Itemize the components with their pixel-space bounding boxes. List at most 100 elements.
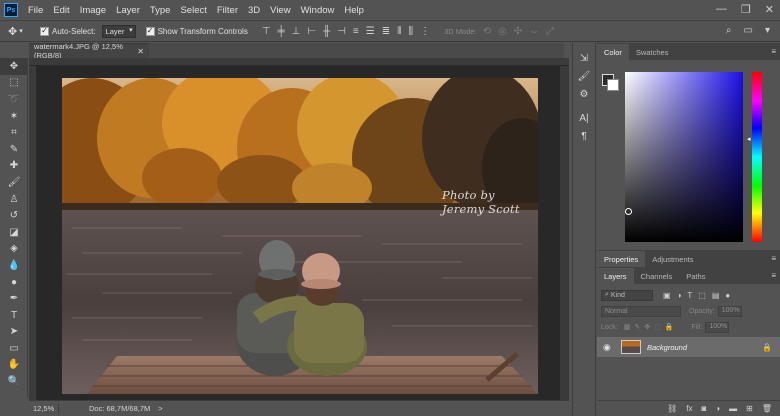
eraser-tool-icon[interactable]: ◪ (0, 224, 28, 241)
new-group-icon[interactable]: ▬ (729, 404, 737, 413)
menu-select[interactable]: Select (180, 5, 206, 16)
brush-settings-icon[interactable]: ⚙ (573, 85, 595, 103)
align-hcenter-icon[interactable]: ╫ (323, 26, 330, 37)
canvas-scrollbar[interactable] (560, 66, 569, 400)
distribute-right-icon[interactable]: ⋮ (420, 26, 430, 37)
character-panel-icon[interactable]: A| (573, 109, 595, 127)
lasso-tool-icon[interactable]: ➰ (0, 91, 28, 108)
adjustment-layer-icon[interactable]: ◑ (715, 404, 720, 413)
3d-scale-icon[interactable]: ⤢ (546, 26, 554, 37)
history-brush-tool-icon[interactable]: ↺ (0, 207, 28, 224)
hue-slider[interactable] (752, 72, 762, 242)
opacity-input[interactable]: 100% (717, 305, 742, 317)
search-icon[interactable]: ⌕ (726, 25, 732, 36)
menu-type[interactable]: Type (150, 5, 171, 16)
distribute-hcenter-icon[interactable]: ⫼ (409, 26, 414, 37)
3d-roll-icon[interactable]: ◎ (498, 26, 507, 37)
filter-toggle-icon[interactable]: ● (725, 291, 730, 300)
close-tab-icon[interactable]: ✕ (137, 47, 144, 56)
kind-filter-dropdown[interactable]: ⌕ Kind (601, 289, 653, 301)
history-panel-icon[interactable]: ⇲ (573, 49, 595, 67)
visibility-eye-icon[interactable]: ◉ (603, 342, 615, 353)
trash-icon[interactable]: 🗑 (762, 404, 772, 413)
align-left-icon[interactable]: ⊢ (307, 26, 316, 37)
paint-bucket-tool-icon[interactable]: ◈ (0, 241, 28, 258)
adjustment-filter-icon[interactable]: ◑ (677, 291, 682, 300)
link-layers-icon[interactable]: ⛓ (667, 404, 677, 413)
healing-brush-tool-icon[interactable]: ✚ (0, 158, 28, 175)
pixel-filter-icon[interactable]: ▣ (663, 291, 671, 300)
menu-image[interactable]: Image (80, 5, 106, 16)
canvas-area[interactable]: Photo by Jeremy Scott (29, 58, 569, 400)
blend-mode-dropdown[interactable]: Normal (601, 305, 681, 317)
hand-tool-icon[interactable]: ✋ (0, 357, 28, 374)
background-swatch[interactable] (607, 79, 619, 91)
blur-tool-icon[interactable]: 💧 (0, 257, 28, 274)
show-transform-checkbox[interactable]: ✓ (145, 26, 155, 36)
minimize-button[interactable]: — (716, 3, 727, 16)
tab-adjustments[interactable]: Adjustments (645, 251, 700, 267)
smart-object-filter-icon[interactable]: ▤ (712, 291, 720, 300)
menu-window[interactable]: Window (301, 5, 335, 16)
chevron-down-icon[interactable]: ▾ (765, 25, 770, 36)
close-button[interactable]: ✕ (765, 3, 774, 16)
3d-orbit-icon[interactable]: ⟲ (483, 26, 491, 37)
shape-filter-icon[interactable]: ⬚ (698, 291, 706, 300)
align-bottom-icon[interactable]: ⊥ (292, 26, 301, 37)
align-right-icon[interactable]: ⊣ (337, 26, 346, 37)
distribute-top-icon[interactable]: ≡ (353, 26, 359, 37)
panel-menu-icon[interactable]: ≡ (771, 47, 776, 56)
auto-select-checkbox[interactable]: ✓ (40, 26, 49, 36)
dodge-tool-icon[interactable]: ● (0, 274, 28, 291)
3d-slide-icon[interactable]: ⇔ (529, 26, 539, 37)
move-tool-icon[interactable]: ✥ (0, 58, 28, 75)
fx-icon[interactable]: fx (686, 404, 692, 413)
layer-row-background[interactable]: ◉ Background 🔒 (597, 337, 780, 357)
add-mask-icon[interactable]: ◙ (701, 404, 706, 413)
eyedropper-tool-icon[interactable]: ✎ (0, 141, 28, 158)
path-selection-tool-icon[interactable]: ➤ (0, 324, 28, 341)
clone-stamp-tool-icon[interactable]: ♙ (0, 191, 28, 208)
panel-menu-icon[interactable]: ≡ (771, 271, 776, 280)
tab-swatches[interactable]: Swatches (629, 44, 676, 60)
color-picker-marker[interactable] (625, 208, 632, 215)
menu-file[interactable]: File (28, 5, 43, 16)
fill-input[interactable]: 100% (705, 321, 730, 333)
menu-layer[interactable]: Layer (116, 5, 140, 16)
color-field[interactable] (625, 72, 743, 242)
brush-tool-icon[interactable]: 🖌 (0, 174, 28, 191)
document-image[interactable]: Photo by Jeremy Scott (62, 78, 538, 394)
tab-channels[interactable]: Channels (634, 268, 680, 284)
zoom-tool-icon[interactable]: 🔍 (0, 373, 28, 390)
menu-help[interactable]: Help (344, 5, 364, 16)
menu-3d[interactable]: 3D (248, 5, 260, 16)
lock-icons[interactable]: ▦✎✥⬚🔒 (624, 323, 678, 331)
new-layer-icon[interactable]: ⊞ (746, 404, 753, 413)
layer-name[interactable]: Background (647, 343, 687, 352)
marquee-tool-icon[interactable]: ⬚ (0, 75, 28, 92)
zoom-level[interactable]: 12,5% (29, 404, 59, 413)
rectangle-tool-icon[interactable]: ▭ (0, 340, 28, 357)
3d-pan-icon[interactable]: ✣ (514, 26, 522, 37)
tab-paths[interactable]: Paths (679, 268, 712, 284)
paragraph-panel-icon[interactable]: ¶ (573, 127, 595, 145)
distribute-bottom-icon[interactable]: ≣ (382, 26, 390, 37)
magic-wand-tool-icon[interactable]: ✶ (0, 108, 28, 125)
restore-button[interactable]: ❐ (741, 3, 751, 16)
hue-slider-handle[interactable]: ◂ (747, 135, 751, 143)
panel-menu-icon[interactable]: ≡ (771, 254, 776, 263)
brushes-panel-icon[interactable]: 🖌 (573, 67, 595, 85)
crop-tool-icon[interactable]: ⌗ (0, 124, 28, 141)
tab-color[interactable]: Color (597, 44, 629, 60)
tab-layers[interactable]: Layers (597, 268, 634, 284)
align-vcenter-icon[interactable]: ╪ (278, 26, 285, 37)
workspace-icon[interactable]: ▭ (744, 25, 753, 36)
type-filter-icon[interactable]: T (687, 291, 692, 300)
pen-tool-icon[interactable]: ✒ (0, 290, 28, 307)
menu-view[interactable]: View (270, 5, 290, 16)
distribute-left-icon[interactable]: ⦀ (397, 26, 401, 37)
move-tool-preset[interactable]: ✥ ▾ (8, 25, 34, 38)
type-tool-icon[interactable]: T (0, 307, 28, 324)
menu-filter[interactable]: Filter (217, 5, 238, 16)
menu-edit[interactable]: Edit (53, 5, 69, 16)
